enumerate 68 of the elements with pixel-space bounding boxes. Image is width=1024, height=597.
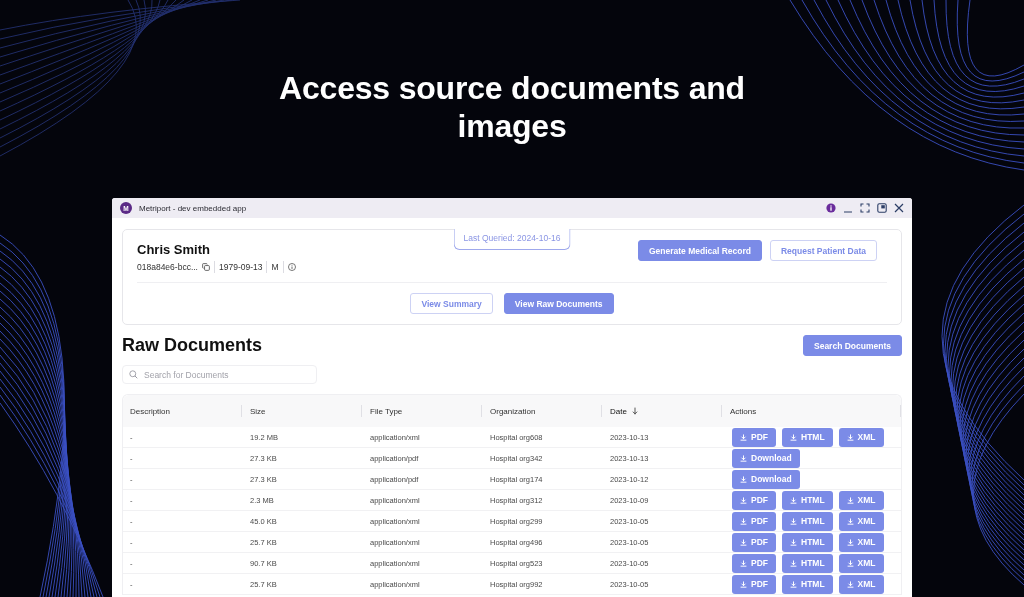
download-icon	[740, 559, 747, 567]
download-button[interactable]: XML	[838, 532, 884, 552]
download-icon	[740, 496, 747, 504]
download-button[interactable]: PDF	[732, 532, 776, 552]
search-icon	[129, 370, 138, 379]
download-icon	[790, 538, 797, 546]
action-button[interactable]: Request Patient Data	[769, 240, 877, 261]
action-button[interactable]: Generate Medical Record	[637, 240, 762, 261]
download-button[interactable]: PDF	[732, 511, 776, 531]
view-tab[interactable]: View Raw Documents	[503, 293, 614, 314]
download-icon	[846, 496, 854, 504]
column-header[interactable]: File Type	[370, 406, 403, 416]
download-button[interactable]: PDF	[732, 553, 776, 573]
download-icon	[846, 580, 854, 588]
search-field[interactable]: Search for Documents	[122, 365, 317, 384]
last-queried-label: Last Queried: 2024-10-16	[453, 229, 571, 250]
section-title: Raw Documents	[122, 335, 263, 356]
download-icon	[740, 433, 747, 441]
window-title: Metriport - dev embedded app	[139, 203, 248, 213]
download-button[interactable]: XML	[838, 574, 884, 594]
birth-date: 1979-09-13	[218, 261, 263, 273]
copy-icon[interactable]	[201, 263, 210, 271]
download-button[interactable]: HTML	[782, 553, 833, 573]
patient-name: Chris Smith	[137, 242, 211, 258]
download-icon	[790, 580, 797, 588]
download-icon	[740, 475, 747, 483]
download-button[interactable]: XML	[838, 553, 884, 573]
download-button[interactable]: XML	[838, 511, 884, 531]
column-header[interactable]: Size	[250, 406, 266, 416]
column-header[interactable]: Actions	[730, 406, 757, 416]
column-header[interactable]: Date	[610, 406, 638, 416]
view-tab[interactable]: View Summary	[410, 293, 493, 314]
download-button[interactable]: HTML	[782, 511, 833, 531]
download-icon	[846, 559, 854, 567]
close-icon[interactable]	[894, 203, 904, 213]
download-button[interactable]: Download	[732, 448, 800, 468]
info-icon[interactable]	[287, 263, 296, 271]
download-icon	[790, 433, 797, 441]
download-button[interactable]: PDF	[732, 574, 776, 594]
info-icon[interactable]	[826, 203, 836, 213]
download-button[interactable]: HTML	[782, 532, 833, 552]
headline: Access source documents and images	[278, 69, 746, 145]
download-button[interactable]: XML	[838, 427, 884, 447]
download-button[interactable]: HTML	[782, 427, 833, 447]
gender: M	[271, 261, 279, 273]
download-icon	[846, 433, 854, 441]
download-icon	[790, 559, 797, 567]
download-icon	[740, 538, 747, 546]
download-icon	[740, 580, 747, 588]
download-button[interactable]: HTML	[782, 574, 833, 594]
download-button[interactable]: HTML	[782, 490, 833, 510]
maximize-icon[interactable]	[860, 203, 870, 213]
download-icon	[740, 454, 747, 462]
search-documents-button[interactable]: Search Documents	[803, 335, 902, 356]
download-icon	[740, 517, 747, 525]
download-icon	[846, 538, 854, 546]
download-icon	[790, 496, 797, 504]
download-icon	[846, 517, 854, 525]
column-header[interactable]: Description	[130, 406, 170, 416]
download-button[interactable]: Download	[732, 469, 800, 489]
download-button[interactable]: PDF	[732, 427, 776, 447]
column-header[interactable]: Organization	[490, 406, 536, 416]
sort-down-icon	[631, 407, 638, 415]
picture-in-picture-icon[interactable]	[877, 203, 887, 213]
download-icon	[790, 517, 797, 525]
download-button[interactable]: PDF	[732, 490, 776, 510]
download-button[interactable]: XML	[838, 490, 884, 510]
patient-id: 018a84e6-bcc...	[137, 261, 198, 273]
